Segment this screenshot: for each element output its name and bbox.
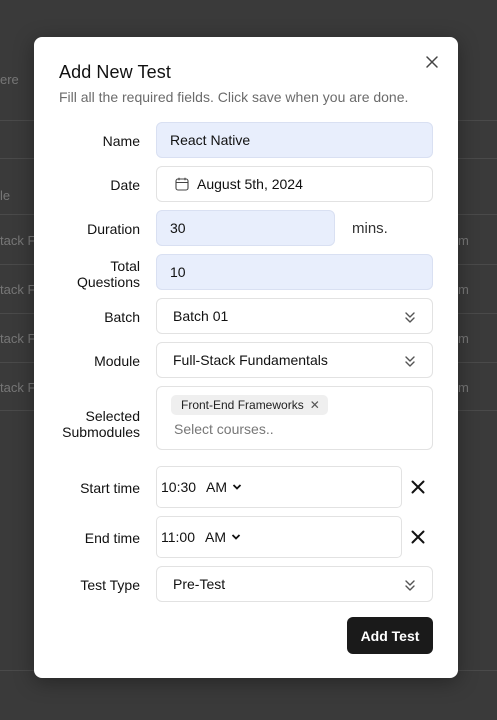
module-label: Module — [94, 353, 140, 369]
start-time-value[interactable]: 10:30 — [161, 479, 196, 495]
date-picker[interactable]: August 5th, 2024 — [156, 166, 433, 202]
chip-label: Front-End Frameworks — [181, 398, 304, 412]
bg-text: m — [458, 331, 469, 346]
duration-label: Duration — [87, 221, 140, 237]
start-time-period[interactable]: AM — [206, 479, 227, 495]
chevron-down-icon[interactable] — [231, 533, 241, 541]
batch-select[interactable]: Batch 01 — [156, 298, 433, 334]
chevrons-icon — [405, 580, 415, 591]
date-value: August 5th, 2024 — [197, 176, 303, 192]
duration-input[interactable]: 30 — [156, 210, 335, 246]
total-questions-label-line2: Questions — [76, 274, 140, 290]
clear-end-time-icon[interactable] — [410, 529, 426, 545]
batch-label: Batch — [104, 309, 140, 325]
remove-chip-icon[interactable]: ✕ — [310, 398, 320, 412]
clear-start-time-icon[interactable] — [410, 479, 426, 495]
test-type-label: Test Type — [80, 577, 140, 593]
duration-value: 30 — [170, 220, 186, 236]
date-label: Date — [110, 177, 140, 193]
total-questions-label-line1: Total — [110, 258, 140, 274]
chevron-down-icon[interactable] — [232, 483, 242, 491]
add-test-button[interactable]: Add Test — [347, 617, 433, 654]
submodule-chip[interactable]: Front-End Frameworks ✕ — [171, 395, 328, 415]
name-input[interactable]: React Native — [156, 122, 433, 158]
total-questions-input[interactable]: 10 — [156, 254, 433, 290]
batch-value: Batch 01 — [173, 308, 229, 324]
chevrons-icon — [405, 312, 415, 323]
total-questions-label: Total Questions — [77, 258, 140, 290]
module-value: Full-Stack Fundamentals — [173, 352, 328, 368]
calendar-icon — [175, 177, 189, 191]
submodules-multiselect[interactable]: Front-End Frameworks ✕ Select courses.. — [156, 386, 433, 450]
bg-text: m — [458, 233, 469, 248]
test-type-select[interactable]: Pre-Test — [156, 566, 433, 602]
bg-text: m — [458, 380, 469, 395]
submodules-placeholder[interactable]: Select courses.. — [171, 421, 432, 437]
submodules-label-line1: Selected — [85, 408, 140, 424]
start-time-label: Start time — [80, 480, 140, 496]
end-time-label: End time — [84, 530, 140, 546]
submodules-label: Selected Submodules — [62, 408, 140, 440]
dialog-subtitle: Fill all the required fields. Click save… — [59, 89, 409, 105]
bg-text: tack F — [0, 331, 36, 346]
name-value: React Native — [170, 132, 251, 148]
chevrons-icon — [405, 356, 415, 367]
submodules-label-line2: Submodules — [62, 424, 140, 440]
bg-text: ere — [0, 72, 19, 87]
test-type-value: Pre-Test — [173, 576, 226, 592]
duration-suffix: mins. — [352, 220, 388, 237]
end-time-period[interactable]: AM — [205, 529, 226, 545]
end-time-value[interactable]: 11:00 — [161, 529, 195, 545]
module-select[interactable]: Full-Stack Fundamentals — [156, 342, 433, 378]
bg-text: tack F — [0, 380, 36, 395]
bg-text: le — [0, 188, 11, 203]
bg-text: m — [458, 282, 469, 297]
close-icon[interactable] — [424, 54, 440, 70]
start-time-input[interactable]: 10:30 AM — [156, 466, 402, 508]
name-label: Name — [102, 133, 140, 149]
total-questions-value: 10 — [170, 264, 186, 280]
add-test-dialog: Add New Test Fill all the required field… — [34, 37, 458, 678]
end-time-input[interactable]: 11:00 AM — [156, 516, 402, 558]
bg-text: tack F — [0, 282, 36, 297]
dialog-title: Add New Test — [59, 62, 171, 82]
bg-text: tack F — [0, 233, 36, 248]
